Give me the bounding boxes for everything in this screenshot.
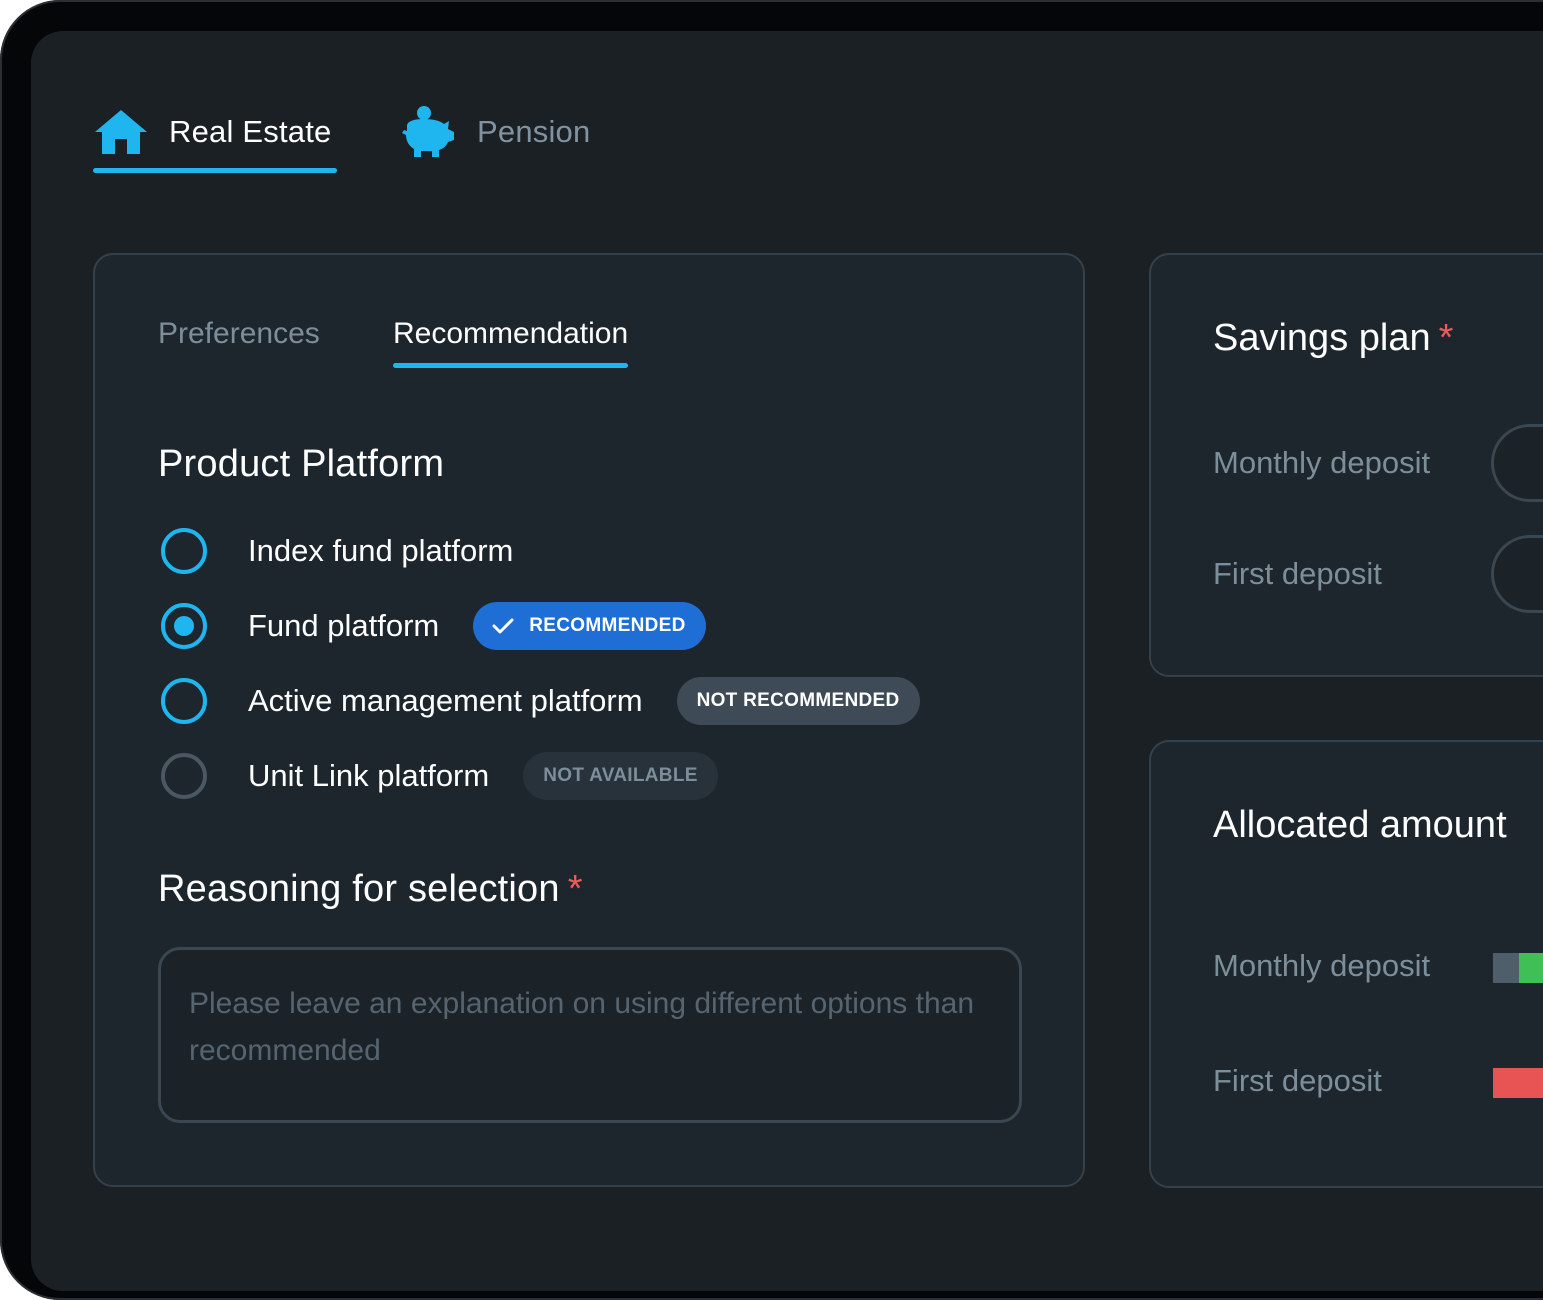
option-label: Unit Link platform [248, 758, 490, 793]
reasoning-title-text: Reasoning for selection [158, 868, 560, 910]
savings-plan-title-text: Savings plan [1213, 317, 1431, 359]
option-label: Active management platform [248, 683, 643, 718]
savings-plan-card: Savings plan * Monthly deposit First depo… [1149, 253, 1543, 677]
bar-segment [1493, 1068, 1543, 1098]
required-marker: * [567, 868, 583, 910]
tab-real-estate-label: Real Estate [169, 114, 332, 149]
piggy-bank-icon [401, 104, 457, 160]
product-platform-title: Product Platform [158, 443, 445, 485]
radio-unit-link-platform [161, 753, 207, 799]
tab-pension-label: Pension [477, 114, 591, 149]
radio-active-management-platform[interactable] [161, 678, 207, 724]
tab-recommendation[interactable]: Recommendation [393, 317, 629, 368]
allocated-monthly-deposit-label: Monthly deposit [1213, 948, 1431, 983]
monthly-deposit-label: Monthly deposit [1213, 445, 1431, 480]
reasoning-textarea[interactable] [189, 980, 991, 1090]
required-marker: * [1438, 317, 1454, 359]
recommended-badge: RECOMMENDED [473, 602, 706, 650]
allocated-amount-card: Allocated amount Monthly deposit First d… [1149, 740, 1543, 1188]
radio-index-fund-platform[interactable] [161, 528, 207, 574]
option-index-fund-platform[interactable]: Index fund platform [161, 525, 513, 577]
reasoning-field[interactable] [158, 947, 1022, 1123]
tab-preferences[interactable]: Preferences [158, 317, 320, 365]
badge-label: RECOMMENDED [529, 615, 686, 636]
not-available-badge: NOT AVAILABLE [523, 752, 718, 800]
option-active-management-platform[interactable]: Active management platform NOT RECOMMEND… [161, 675, 920, 727]
first-deposit-input[interactable] [1491, 535, 1543, 613]
monthly-deposit-input[interactable] [1491, 424, 1543, 502]
app-screen: Real Estate Pension Preferences Recommen… [31, 31, 1543, 1291]
recommendation-card: Preferences Recommendation Product Platf… [93, 253, 1085, 1187]
tab-pension[interactable]: Pension [401, 93, 590, 171]
allocated-amount-title: Allocated amount [1213, 804, 1507, 846]
radio-fund-platform[interactable] [161, 603, 207, 649]
monthly-deposit-bar [1493, 953, 1543, 983]
tab-real-estate[interactable]: Real Estate [93, 93, 337, 173]
bar-segment [1519, 953, 1543, 983]
allocated-first-deposit-label: First deposit [1213, 1063, 1382, 1098]
first-deposit-bar [1493, 1068, 1543, 1098]
option-label: Fund platform [248, 608, 440, 643]
option-label: Index fund platform [248, 533, 514, 568]
first-deposit-label: First deposit [1213, 556, 1382, 591]
check-icon [492, 618, 514, 634]
reasoning-title: Reasoning for selection * [158, 868, 583, 911]
savings-plan-title: Savings plan * [1213, 317, 1453, 360]
not-recommended-badge: NOT RECOMMENDED [676, 677, 920, 725]
option-fund-platform[interactable]: Fund platform RECOMMENDED [161, 600, 706, 652]
bar-segment [1493, 953, 1519, 983]
house-icon [93, 108, 149, 156]
option-unit-link-platform: Unit Link platform NOT AVAILABLE [161, 750, 718, 802]
